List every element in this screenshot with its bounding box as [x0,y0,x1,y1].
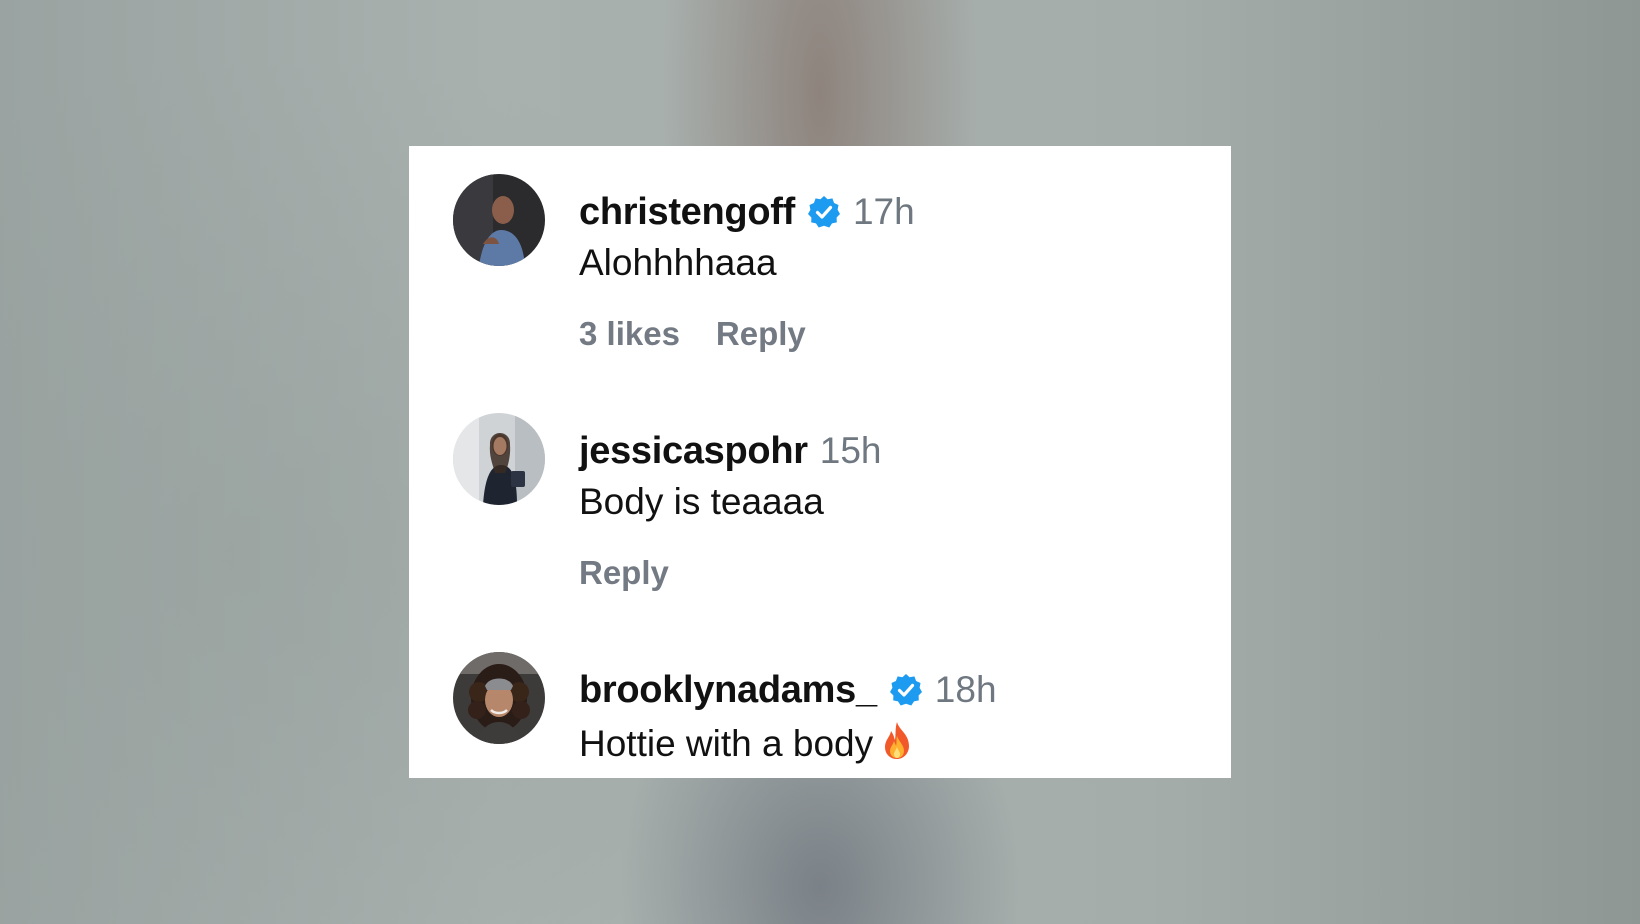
timestamp: 18h [934,669,997,710]
comment-header: christengoff 17h [579,190,915,234]
comments-panel: christengoff 17h Alohhhhaaa 3 likes Repl… [409,146,1231,778]
timestamp: 17h [852,191,915,232]
verified-badge-icon [889,673,923,707]
username[interactable]: jessicaspohr [579,430,808,473]
username[interactable]: brooklynadams_ [579,669,877,712]
comment-text: Hottie with a body [579,720,915,769]
comment-header: brooklynadams_ 18h [579,668,997,712]
comment-text: Alohhhhaaa [579,242,777,283]
fire-emoji-icon [879,720,915,769]
timestamp: 15h [819,430,882,471]
avatar[interactable] [453,652,545,744]
comment-text: Body is teaaaa [579,481,824,522]
comment-header: jessicaspohr 15h [579,429,881,473]
avatar[interactable] [453,174,545,266]
reply-button[interactable]: Reply [716,315,806,353]
comment-actions: Reply [579,554,669,592]
comment-text-body: Hottie with a body [579,723,874,764]
reply-button[interactable]: Reply [579,554,669,592]
comment-actions: 3 likes Reply [579,315,806,353]
verified-badge-icon [807,195,841,229]
likes-count-button[interactable]: 3 likes [579,315,680,353]
avatar[interactable] [453,413,545,505]
username[interactable]: christengoff [579,191,795,234]
